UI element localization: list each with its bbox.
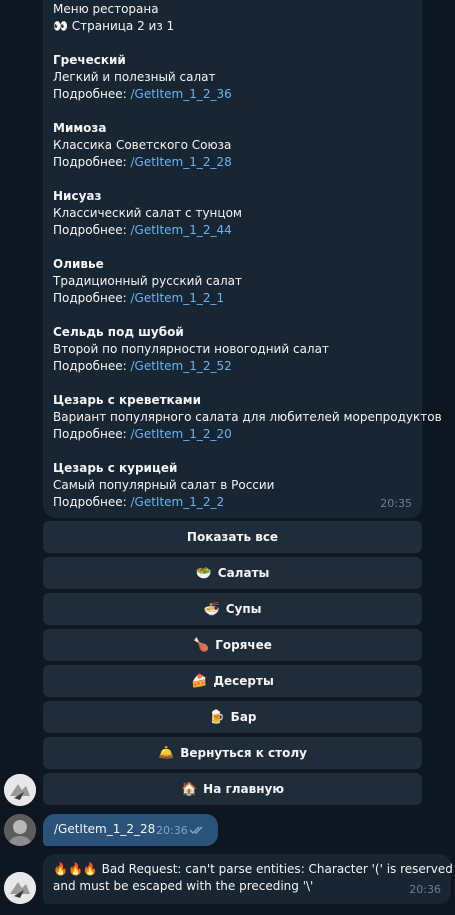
menu-item-more-line: Подробнее: /GetItem_1_2_52 [53,358,412,375]
menu-item-command-link[interactable]: /GetItem_1_2_36 [131,87,232,101]
menu-item-name: Оливье [53,257,104,271]
more-prefix: Подробнее: [53,87,131,101]
menu-item-name: Цезарь с курицей [53,461,178,475]
menu-item-command-link[interactable]: /GetItem_1_2_1 [131,291,225,305]
menu-item-command-link[interactable]: /GetItem_1_2_52 [131,359,232,373]
desserts-button[interactable]: 🍰 Десерты [43,665,422,697]
item-spacer [53,375,412,392]
show-all-button[interactable]: Показать все [43,521,422,553]
user-avatar[interactable] [4,814,36,846]
menu-item-more-line: Подробнее: /GetItem_1_2_44 [53,222,412,239]
user-avatar-icon [4,814,36,846]
item-spacer [53,171,412,188]
menu-item-name: Цезарь с креветками [53,393,202,407]
error-text-line-1: 🔥🔥🔥 Bad Request: can't parse entities: C… [53,862,453,876]
button-emoji-icon: 🥗 [195,565,212,581]
soups-button[interactable]: 🍜 Супы [43,593,422,625]
menu-item-description: Второй по популярности новогодний салат [53,342,329,356]
menu-item-description: Самый популярный салат в России [53,478,275,492]
button-label: Горячее [215,638,272,652]
menu-item-more-line: Подробнее: /GetItem_1_2_2 [53,494,412,511]
menu-item-more-line: Подробнее: /GetItem_1_2_36 [53,86,412,103]
outgoing-message-bubble: /GetItem_1_2_28 20:36 [43,814,218,846]
bot-avatar[interactable] [4,872,36,904]
menu-item-more-line: Подробнее: /GetItem_1_2_28 [53,154,412,171]
outgoing-message-text: /GetItem_1_2_28 [54,822,156,836]
menu-item-command-link[interactable]: /GetItem_1_2_2 [131,495,225,509]
item-spacer [53,239,412,256]
button-emoji-icon: 🍗 [193,637,210,653]
item-spacer [53,443,412,460]
more-prefix: Подробнее: [53,359,131,373]
menu-item-description: Вариант популярного салата для любителей… [53,410,442,424]
error-message-bubble: 🔥🔥🔥 Bad Request: can't parse entities: C… [43,854,453,904]
more-prefix: Подробнее: [53,291,131,305]
menu-item-description: Легкий и полезный салат [53,70,216,84]
bot-avatar-icon [4,774,36,806]
menu-item-name: Сельдь под шубой [53,325,184,339]
button-emoji-icon: 🍜 [203,601,220,617]
menu-item-description: Традиционный русский салат [53,274,243,288]
menu-item-command-link[interactable]: /GetItem_1_2_20 [131,427,232,441]
salads-button[interactable]: 🥗 Салаты [43,557,422,589]
button-label: Показать все [186,530,279,544]
button-label: Салаты [217,566,270,580]
page-indicator: 👀 Страница 2 из 1 [53,19,175,33]
button-emoji-icon: 🍰 [191,673,208,689]
bar-button[interactable]: 🍺 Бар [43,701,422,733]
more-prefix: Подробнее: [53,427,131,441]
bot-avatar[interactable] [4,774,36,806]
button-label: Бар [230,710,257,724]
message-time: 20:35 [380,497,412,510]
button-label: Вернуться к столу [180,746,307,760]
button-label: Супы [225,602,262,616]
menu-item-command-link[interactable]: /GetItem_1_2_44 [131,223,232,237]
hot-dishes-button[interactable]: 🍗 Горячее [43,629,422,661]
button-emoji-icon: 🛎️ [158,745,175,761]
menu-item-name: Греческий [53,53,126,67]
button-emoji-icon: 🏠 [180,781,198,797]
menu-item-name: Нисуаз [53,189,102,203]
double-check-icon [189,826,203,834]
more-prefix: Подробнее: [53,223,131,237]
menu-title: Меню ресторана [53,2,159,16]
menu-item-more-line: Подробнее: /GetItem_1_2_20 [53,426,412,443]
home-button[interactable]: 🏠 На главную [43,773,422,805]
menu-item-command-link[interactable]: /GetItem_1_2_28 [131,155,232,169]
back-to-table-button[interactable]: 🛎️ Вернуться к столу [43,737,422,769]
menu-item-description: Классика Советского Союза [53,138,232,152]
error-message-time: 20:36 [409,883,441,896]
button-label: На главную [203,782,285,796]
item-spacer [53,35,412,52]
bot-avatar-icon [4,872,36,904]
button-emoji-icon: 🍺 [208,709,225,725]
menu-message-bubble: Меню ресторана 👀 Страница 2 из 1 Греческ… [43,0,442,518]
item-spacer [53,307,412,324]
button-label: Десерты [213,674,274,688]
outgoing-message-time: 20:36 [156,824,188,837]
error-text-line-2: and must be escaped with the preceding '… [53,879,314,893]
menu-item-more-line: Подробнее: /GetItem_1_2_1 [53,290,412,307]
item-spacer [53,103,412,120]
more-prefix: Подробнее: [53,495,131,509]
menu-item-name: Мимоза [53,121,107,135]
menu-item-list: Греческий Легкий и полезный салат Подробне… [53,35,442,511]
more-prefix: Подробнее: [53,155,131,169]
menu-item-description: Классический салат с тунцом [53,206,242,220]
